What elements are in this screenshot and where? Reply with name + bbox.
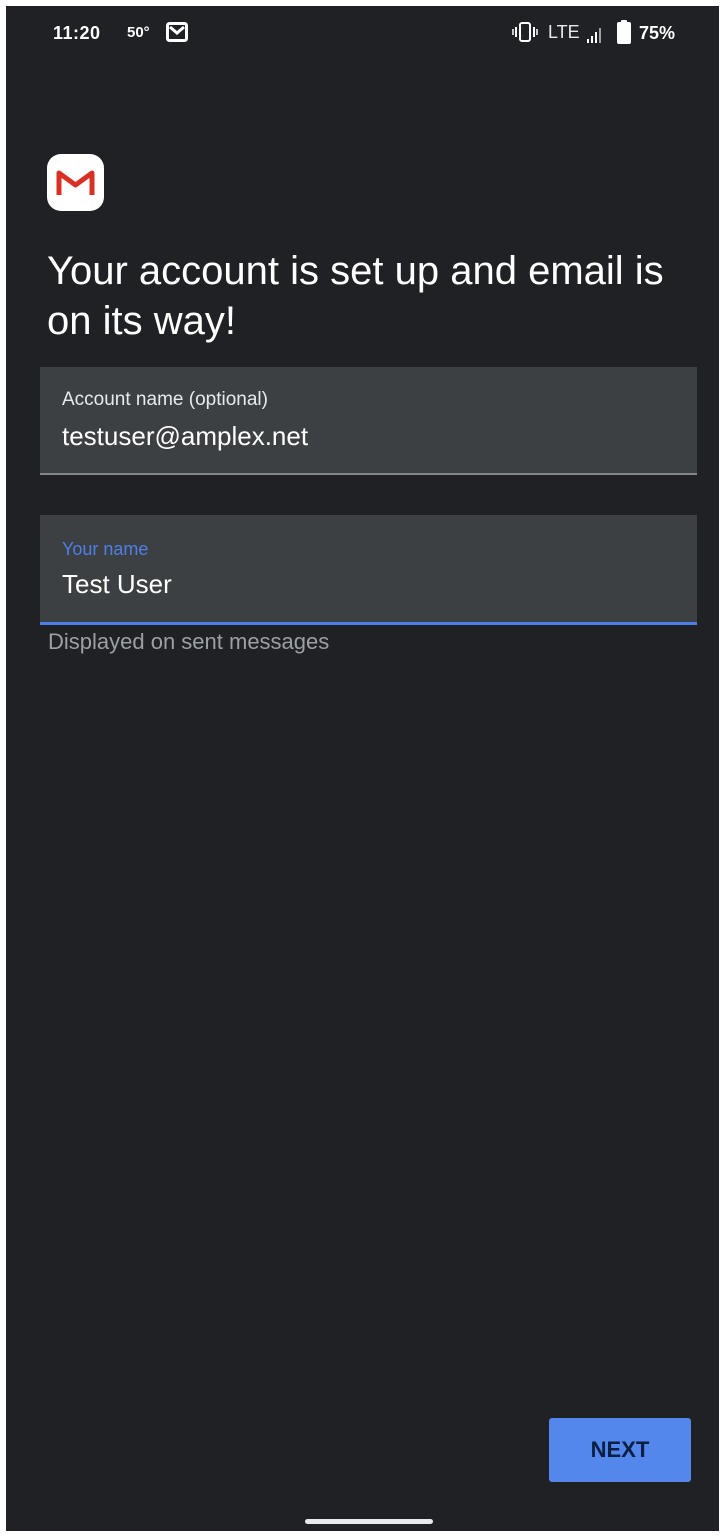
signal-icon (586, 26, 606, 44)
home-indicator[interactable] (305, 1519, 433, 1524)
gmail-logo-icon (47, 154, 104, 211)
battery-icon (617, 20, 631, 44)
vibrate-icon (512, 21, 538, 43)
your-name-field[interactable]: Your name (40, 515, 697, 625)
account-name-input[interactable] (62, 421, 672, 452)
next-button[interactable]: NEXT (549, 1418, 691, 1482)
status-bar: 11:20 50° LTE 75% (6, 6, 719, 62)
your-name-input[interactable] (62, 569, 672, 600)
status-time: 11:20 (53, 23, 101, 43)
account-name-label: Account name (optional) (62, 389, 268, 410)
gmail-notification-icon (166, 22, 188, 42)
account-name-field[interactable]: Account name (optional) (40, 367, 697, 475)
page-title: Your account is set up and email is on i… (47, 249, 664, 343)
network-type: LTE (548, 22, 580, 42)
app-screen: 11:20 50° LTE 75% Your account is set up… (6, 6, 719, 1531)
status-temperature: 50° (127, 24, 150, 41)
battery-percentage: 75% (639, 23, 676, 43)
your-name-label: Your name (62, 539, 149, 559)
your-name-helper-text: Displayed on sent messages (48, 629, 330, 654)
